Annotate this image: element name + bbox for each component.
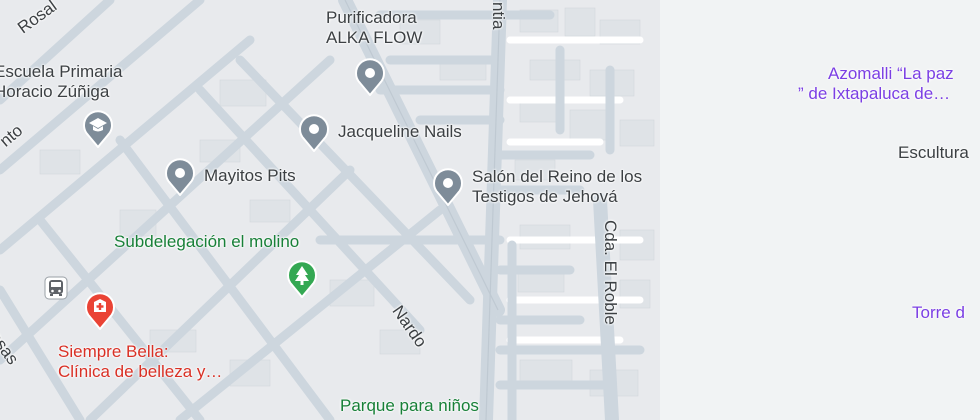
bus-stop-icon[interactable]: [44, 276, 68, 300]
map-pin-icon[interactable]: [162, 156, 198, 196]
place-label-salon-del-reino[interactable]: Salón del Reino de los Testigos de Jehov…: [472, 167, 642, 207]
place-label-parque-para-ninos[interactable]: Parque para niños: [340, 396, 479, 416]
place-label-mayitos-pits[interactable]: Mayitos Pits: [204, 166, 296, 186]
school-pin-icon[interactable]: [80, 108, 116, 148]
place-name-line2: ” de Ixtapaluca de…: [798, 84, 951, 103]
place-name-line2: Clínica de belleza y…: [58, 362, 223, 381]
place-label-subdelegacion[interactable]: Subdelegación el molino: [114, 232, 299, 252]
hospital-pin-icon[interactable]: [82, 290, 118, 330]
place-label-jacqueline-nails[interactable]: Jacqueline Nails: [338, 122, 462, 142]
place-label-torre[interactable]: Torre d: [912, 303, 965, 323]
place-label-escultura[interactable]: Escultura: [898, 143, 969, 163]
place-label-purificadora[interactable]: Purificadora ALKA FLOW: [326, 8, 422, 48]
place-name-line1: Salón del Reino de los: [472, 167, 643, 186]
place-name-line1: Azomalli “La paz: [828, 64, 954, 83]
place-label-siempre-bella[interactable]: Siempre Bella: Clínica de belleza y…: [58, 342, 222, 382]
place-name-line1: Siempre Bella:: [58, 342, 169, 361]
place-label-azomalli[interactable]: Azomalli “La paz ” de Ixtapaluca de…: [798, 64, 954, 104]
place-name-line2: Horacio Zúñiga: [0, 82, 110, 101]
place-name-line1: Purificadora: [326, 8, 417, 27]
map-pin-icon[interactable]: [352, 56, 388, 96]
map-pin-icon[interactable]: [430, 166, 466, 206]
place-name-line2: ALKA FLOW: [326, 28, 423, 47]
street-label-ntia: ntia: [489, 2, 508, 30]
place-name-line1: Escuela Primaria: [0, 62, 123, 81]
tree-pin-icon[interactable]: [284, 258, 320, 298]
place-name-line2: Testigos de Jehová: [472, 187, 618, 206]
map-pin-icon[interactable]: [296, 112, 332, 152]
place-label-escuela[interactable]: Escuela Primaria Horacio Zúñiga: [0, 62, 123, 102]
street-label-cda-el-roble: Cda. El Roble: [601, 220, 620, 325]
map-canvas[interactable]: Rosal nto Rosas ntia Cda. El Roble Nardo…: [0, 0, 980, 420]
